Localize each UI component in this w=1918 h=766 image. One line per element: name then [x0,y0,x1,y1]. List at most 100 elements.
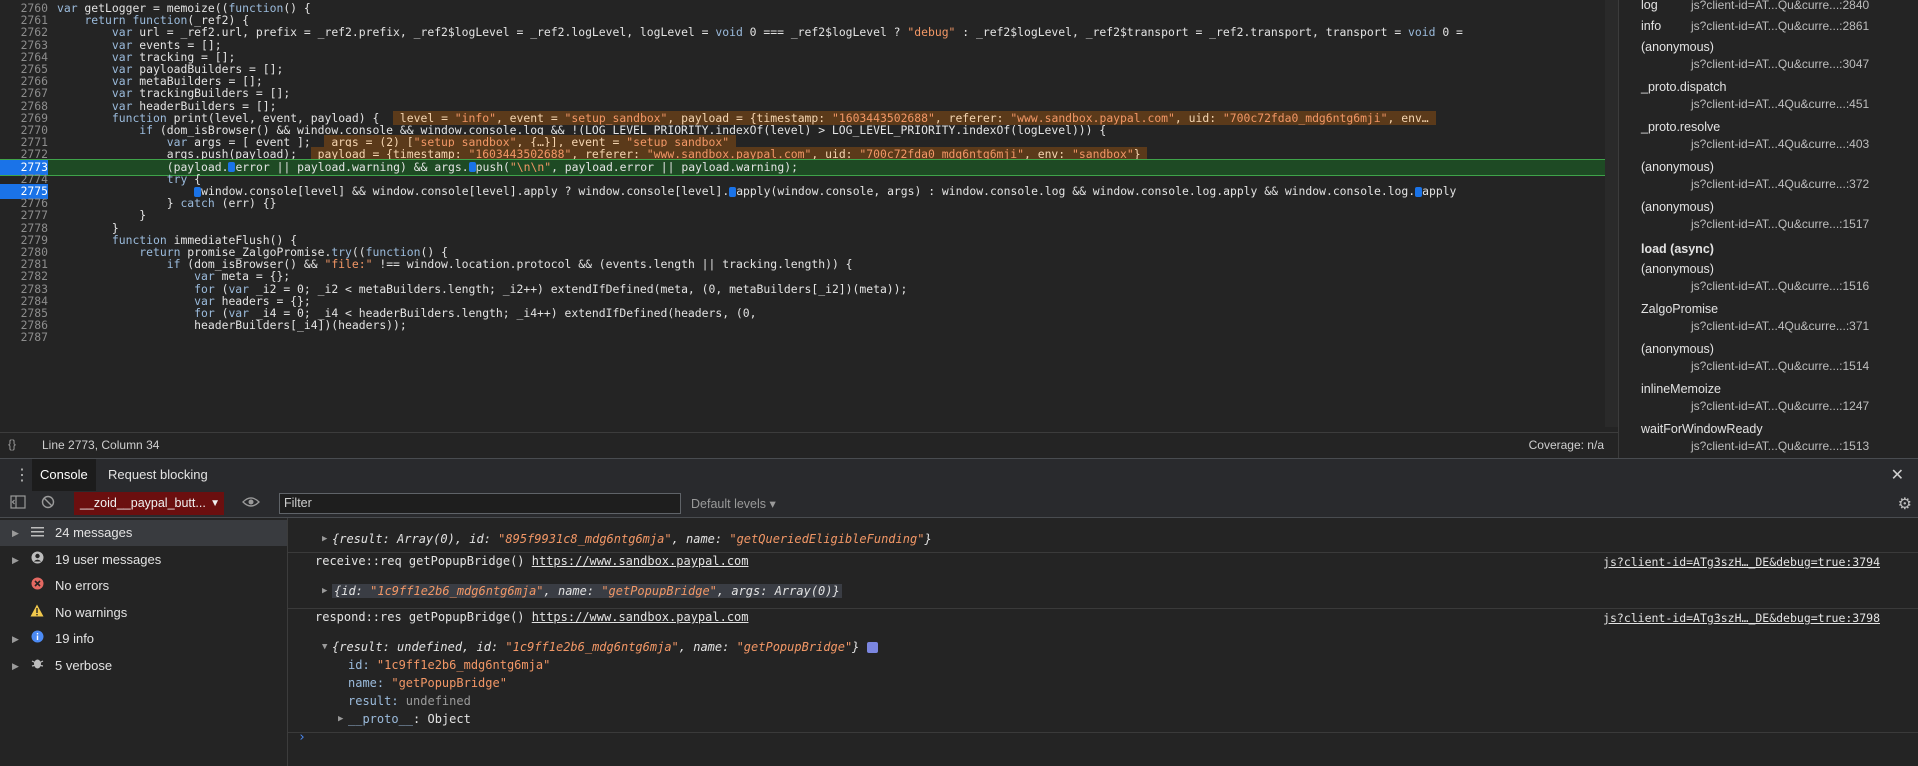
frame-location: js?client-id=AT...Qu&curre...:1514 [1691,359,1870,373]
console-message: receive::req getPopupBridge() https://ww… [288,554,1918,574]
frame-name: inlineMemoize [1641,382,1721,396]
frame-location: js?client-id=AT...Qu&curre...:2861 [1691,19,1870,33]
sidebar-item[interactable]: No errors [0,573,287,599]
expand-triangle-icon[interactable]: ▶ [338,714,343,724]
drawer-tabbar: ⋮ Console Request blocking ✕ [0,458,1918,492]
frame-location: js?client-id=AT...Qu&curre...:3047 [1691,57,1870,71]
frame-name: (anonymous) [1641,40,1714,54]
sidebar-item[interactable]: ▶ 24 messages [0,520,287,546]
expand-triangle-icon[interactable]: ▶ [12,626,19,652]
message-link[interactable]: https://www.sandbox.paypal.com [532,610,749,624]
eye-icon[interactable] [242,495,260,512]
context-label: __zoid__paypal_butt... [80,496,206,510]
info-icon [30,626,44,652]
list-icon [30,520,44,546]
sidebar-item-label: No errors [55,578,110,593]
console-prompt[interactable]: › [298,730,306,745]
console-sidebar: ▶ 24 messages ▶ 19 user messages No errors No… [0,518,288,766]
call-frame[interactable]: _proto.resolve js?client-id=AT...4Qu&curr… [1619,120,1918,160]
error-icon [30,573,44,599]
line-number[interactable]: 2787 [0,330,48,345]
console-message[interactable]: ▶ {result: Array(0), id: "895f9931c8_mdg… [288,532,1918,552]
call-frame[interactable]: (anonymous) js?client-id=AT...Qu&curre...… [1619,200,1918,240]
object-property: result: undefined [348,694,471,708]
call-frame[interactable]: (anonymous) js?client-id=AT...Qu&curre...… [1619,40,1918,80]
call-frame[interactable]: (anonymous) js?client-id=AT...Qu&curre...… [1619,262,1918,302]
call-frame[interactable]: ZalgoPromise js?client-id=AT...4Qu&curre.… [1619,302,1918,342]
frame-name: log [1641,0,1658,12]
sidebar-toggle-icon[interactable] [10,495,26,512]
frame-location: js?client-id=AT...4Qu&curre...:403 [1691,137,1870,151]
expand-triangle-icon[interactable]: ▶ [322,534,327,544]
frame-location: js?client-id=AT...Qu&curre...:1513 [1691,439,1870,453]
clear-console-icon[interactable] [41,495,55,512]
more-tabs-icon[interactable]: ⋮ [14,465,30,485]
call-frame[interactable]: (anonymous) js?client-id=AT...Qu&curre...… [1619,342,1918,382]
object-preview[interactable]: {result: Array(0), id: "895f9931c8_mdg6n… [332,532,932,546]
editor-status-bar: {} Line 2773, Column 34 Coverage: n/a [0,432,1618,457]
tab-console[interactable]: Console [32,459,96,491]
console-messages: ▶ {result: Array(0), id: "895f9931c8_mdg… [288,518,1918,766]
expand-triangle-icon[interactable]: ▶ [12,520,19,546]
call-frame[interactable]: _proto.dispatch js?client-id=AT...4Qu&cur… [1619,80,1918,120]
frame-name: (anonymous) [1641,342,1714,356]
frame-location: js?client-id=AT...4Qu&curre...:371 [1691,319,1870,333]
warning-icon [30,600,44,626]
frame-name: (anonymous) [1641,200,1714,214]
console-toolbar: __zoid__paypal_butt... ▼ Filter Default … [0,491,1918,518]
object-property: id: "1c9ff1e2b6_mdg6ntg6mja" [348,658,551,672]
frame-location: js?client-id=AT...4Qu&curre...:372 [1691,177,1870,191]
source-editor[interactable]: 2760 var getLogger = memoize((function() … [0,0,1605,427]
source-link[interactable]: js?client-id=ATg3szH…_DE&debug=true:3798 [1603,611,1880,625]
source-link[interactable]: js?client-id=ATg3szH…_DE&debug=true:3794 [1603,555,1880,569]
coverage-status: Coverage: n/a [1528,438,1604,452]
frame-name: _proto.dispatch [1641,80,1727,94]
frame-name: info [1641,19,1662,33]
sidebar-item-label: No warnings [55,604,128,620]
log-levels-dropdown[interactable]: Default levels ▾ [691,496,776,511]
divider [288,608,1918,609]
code-line[interactable]: 2787 [0,330,1605,345]
async-divider: load (async) [1641,242,1714,256]
sidebar-item[interactable]: ▶ 19 info [0,626,287,652]
user-icon [30,547,44,573]
message-link[interactable]: https://www.sandbox.paypal.com [532,554,749,568]
call-frame[interactable]: waitForWindowReady js?client-id=AT...Qu&c… [1619,422,1918,458]
frame-location: js?client-id=AT...Qu&curre...:1516 [1691,279,1870,293]
object-property[interactable]: ▶ __proto__: Object [288,712,1918,730]
frame-location: js?client-id=AT...Qu&curre...:2840 [1691,0,1870,12]
close-icon[interactable]: ✕ [1891,465,1904,485]
object-preview[interactable]: {result: undefined, id: "1c9ff1e2b6_mdg6… [332,640,878,654]
frame-location: js?client-id=AT...Qu&curre...:1247 [1691,399,1870,413]
call-frame[interactable]: (anonymous) js?client-id=AT...4Qu&curre..… [1619,160,1918,200]
collapse-triangle-icon[interactable]: ▼ [322,642,327,652]
sidebar-item-label: 19 info [55,631,95,646]
object-preview[interactable]: {id: "1c9ff1e2b6_mdg6ntg6mja", name: "ge… [332,584,842,598]
sidebar-item-label: 24 messages [55,525,133,540]
frame-name: _proto.resolve [1641,120,1721,134]
sidebar-item[interactable]: ▶ 19 user messages [0,547,287,573]
filter-input[interactable]: Filter [279,493,681,514]
sidebar-item-label: 5 verbose [55,657,113,673]
console-message: respond::res getPopupBridge() https://ww… [288,610,1918,630]
message-text: respond::res getPopupBridge() [315,610,532,624]
sidebar-item[interactable]: No warnings [0,600,287,626]
sidebar-item[interactable]: ▶ 5 verbose [0,653,287,679]
context-selector[interactable]: __zoid__paypal_butt... ▼ [74,492,224,515]
gear-icon[interactable]: ⚙ [1898,494,1912,514]
info-badge-icon[interactable] [866,642,878,653]
expand-triangle-icon[interactable]: ▶ [12,653,19,679]
expand-triangle-icon[interactable]: ▶ [12,547,19,573]
sidebar-item-label: 19 user messages [55,551,162,567]
cursor-position: Line 2773, Column 34 [42,438,160,452]
frame-name: waitForWindowReady [1641,422,1763,436]
pretty-print-icon[interactable]: {} [8,437,16,451]
console-message[interactable]: ▶ {id: "1c9ff1e2b6_mdg6ntg6mja", name: "… [288,584,1918,604]
expand-triangle-icon[interactable]: ▶ [322,586,327,596]
call-frame[interactable]: inlineMemoize js?client-id=AT...Qu&curre.… [1619,382,1918,422]
console-message[interactable]: ▼ {result: undefined, id: "1c9ff1e2b6_md… [288,640,1918,660]
frame-location: js?client-id=AT...4Qu&curre...:451 [1691,97,1870,111]
divider [288,552,1918,553]
tab-request-blocking[interactable]: Request blocking [100,459,216,491]
editor-scrollbar[interactable] [1605,0,1618,427]
